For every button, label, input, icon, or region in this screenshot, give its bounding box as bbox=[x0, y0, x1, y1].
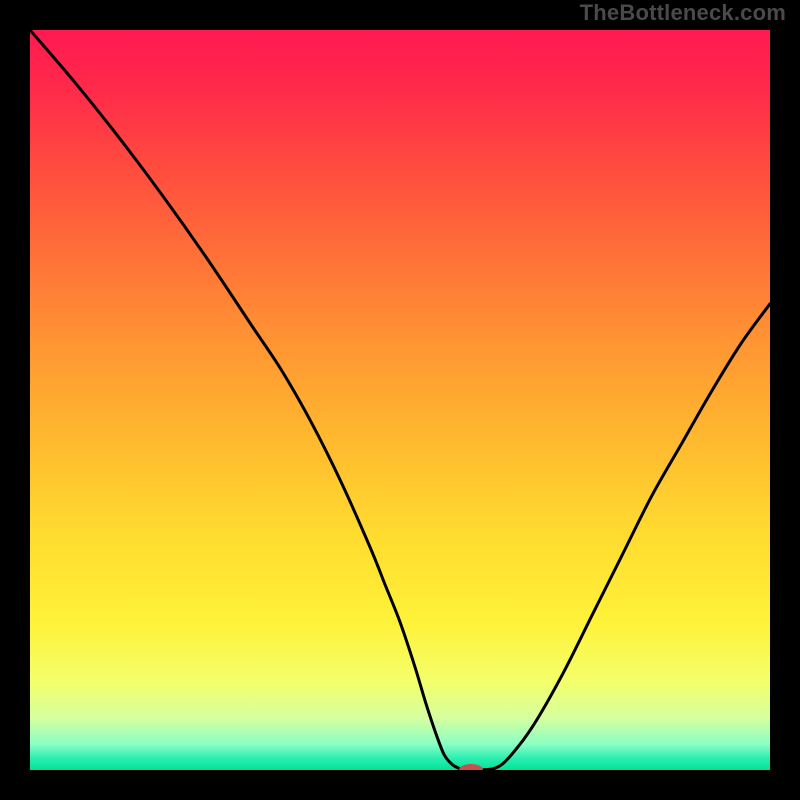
watermark-label: TheBottleneck.com bbox=[580, 0, 786, 26]
bottleneck-chart bbox=[30, 30, 770, 770]
chart-frame: TheBottleneck.com bbox=[0, 0, 800, 800]
gradient-background bbox=[30, 30, 770, 770]
